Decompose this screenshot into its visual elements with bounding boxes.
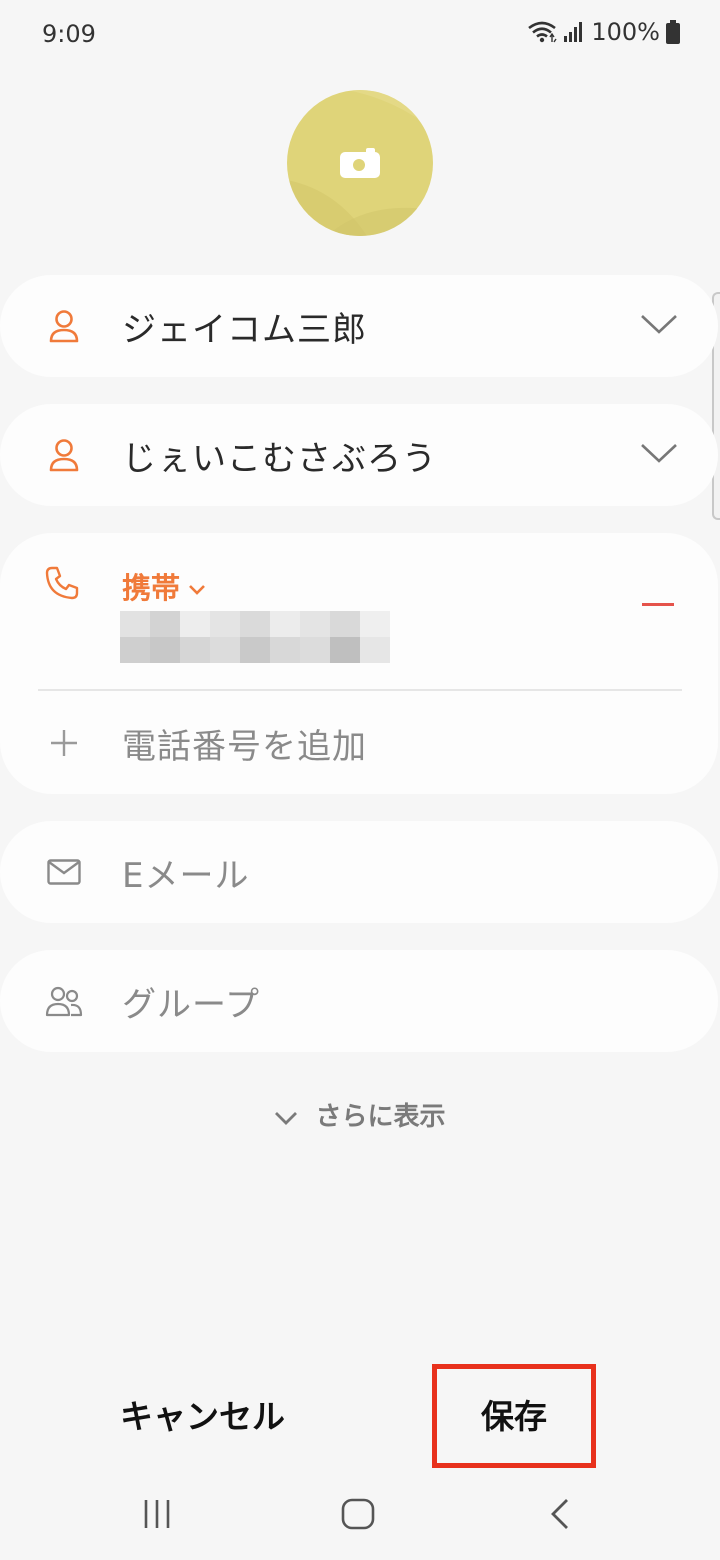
- reading-value: じぇいこむさぶろう: [122, 438, 437, 479]
- group-card: グループ: [0, 950, 718, 1052]
- email-placeholder: Eメール: [122, 855, 250, 896]
- mail-icon: [44, 852, 84, 892]
- chevron-down-icon[interactable]: [640, 442, 678, 468]
- reading-field[interactable]: じぇいこむさぶろう: [0, 404, 718, 506]
- chevron-down-icon: [274, 1102, 315, 1132]
- phone-type-label: 携帯: [122, 571, 181, 605]
- chevron-down-icon: [188, 569, 206, 603]
- show-more-label: さらに表示: [315, 1102, 446, 1132]
- phone-icon: [44, 565, 80, 605]
- group-placeholder: グループ: [122, 984, 260, 1025]
- email-field[interactable]: Eメール: [0, 821, 718, 923]
- show-more-button[interactable]: さらに表示: [0, 1096, 720, 1133]
- reading-card: じぇいこむさぶろう: [0, 404, 718, 506]
- group-field[interactable]: グループ: [0, 950, 718, 1052]
- save-highlight-box: [432, 1364, 596, 1468]
- cancel-button[interactable]: キャンセル: [100, 1390, 305, 1438]
- status-icons: 100%: [527, 18, 680, 46]
- contact-photo-button[interactable]: [287, 90, 433, 236]
- signal-icon: [563, 21, 585, 43]
- minus-icon: [642, 603, 674, 606]
- person-icon: [44, 435, 84, 475]
- group-icon: [44, 981, 84, 1021]
- wifi-icon: [527, 20, 557, 44]
- recents-icon[interactable]: [142, 1498, 172, 1534]
- email-card: Eメール: [0, 821, 718, 923]
- phone-type-dropdown[interactable]: 携帯: [122, 565, 206, 607]
- camera-icon: [340, 148, 380, 182]
- battery-level: 100%: [591, 18, 660, 46]
- plus-icon: [44, 723, 84, 763]
- navigation-bar: [0, 1480, 720, 1560]
- divider: [38, 689, 682, 691]
- phone-card: 携帯 電話番号を追加: [0, 533, 718, 794]
- name-card: ジェイコム三郎: [0, 275, 718, 377]
- person-icon: [44, 306, 84, 346]
- home-icon[interactable]: [341, 1498, 375, 1534]
- phone-number-input[interactable]: [120, 611, 390, 663]
- status-time: 9:09: [42, 20, 96, 48]
- name-field[interactable]: ジェイコム三郎: [0, 275, 718, 377]
- add-phone-button[interactable]: 電話番号を追加: [0, 693, 718, 793]
- status-bar: 9:09 100%: [0, 0, 720, 70]
- name-value: ジェイコム三郎: [122, 309, 367, 350]
- add-phone-label: 電話番号を追加: [122, 726, 367, 767]
- back-icon[interactable]: [548, 1498, 572, 1534]
- battery-icon: [666, 20, 680, 44]
- chevron-down-icon[interactable]: [640, 313, 678, 339]
